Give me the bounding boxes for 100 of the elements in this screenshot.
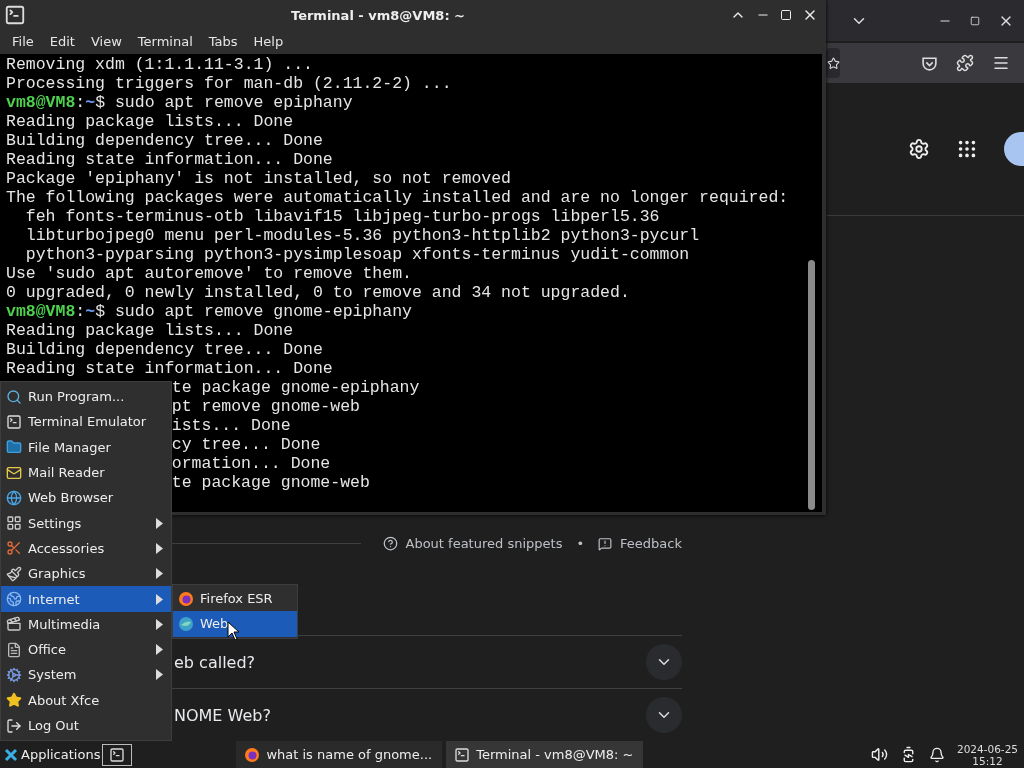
maximize-icon[interactable] xyxy=(970,15,980,26)
terminal-line: te package gnome-epiphany xyxy=(171,378,420,397)
terminal-line: libturbojpeg0 menu perl-modules-5.36 python3-httplib2 python3-pycurl xyxy=(24,226,701,245)
terminal-line: pt remove gnome-web xyxy=(171,397,360,416)
submenu-arrow-icon xyxy=(156,568,163,580)
submenu-arrow-icon xyxy=(156,517,163,529)
menu-item[interactable]: Firefox ESR xyxy=(173,586,297,612)
logout-icon xyxy=(6,717,22,734)
bookmark-button[interactable] xyxy=(826,48,840,79)
menu-item[interactable]: Graphics xyxy=(1,561,171,587)
feedback-link[interactable]: Feedback xyxy=(620,536,682,551)
help-icon xyxy=(382,536,398,551)
menu-item[interactable]: View xyxy=(82,33,130,49)
pocket-icon[interactable] xyxy=(921,54,938,72)
menu-item[interactable]: Web Browser xyxy=(1,485,171,511)
terminal-line: ormation... Done xyxy=(171,454,331,473)
scissors-icon xyxy=(6,540,22,557)
menu-item[interactable]: Settings xyxy=(1,510,171,536)
terminal-line: feh fonts-terminus-otb libavif15 libjpeg-turbo-progs libperl5.36 xyxy=(24,207,661,226)
globe-icon xyxy=(6,591,22,607)
menu-item[interactable]: Help xyxy=(245,33,292,49)
terminal-line: python3-pyparsing python3-pysimplesoap xfonts-terminus yudit-common xyxy=(24,245,691,264)
question-text: NOME Web? xyxy=(174,705,271,725)
star-icon xyxy=(6,692,22,709)
menu-item[interactable]: File xyxy=(4,33,42,49)
terminal-line: Building dependency tree... Done xyxy=(6,340,324,359)
volume-icon[interactable] xyxy=(870,746,888,763)
menu-item[interactable]: File Manager xyxy=(1,434,171,460)
terminal-line: te package gnome-web xyxy=(171,473,370,492)
grid-icon xyxy=(6,515,22,532)
document-icon xyxy=(6,641,22,658)
scrollbar-thumb[interactable] xyxy=(808,260,815,510)
window-title: Terminal - vm8@VM8: ~ xyxy=(290,7,466,23)
task-button[interactable]: what is name of gnome... xyxy=(236,741,443,768)
submenu-arrow-icon xyxy=(156,618,163,630)
applications-button[interactable]: Applications xyxy=(0,741,103,768)
star-icon xyxy=(826,56,840,70)
terminal-line: Use 'sudo apt autoremove' to remove them. xyxy=(6,264,413,283)
feedback-icon xyxy=(598,536,613,551)
bell-icon[interactable] xyxy=(928,746,945,763)
terminal-launcher[interactable] xyxy=(102,743,133,766)
terminal-line: Reading package lists... Done xyxy=(6,321,295,340)
terminal-line: vm8@VM8:~$ sudo apt remove gnome-epiphany xyxy=(6,302,413,321)
about-snippets-link[interactable]: About featured snippets xyxy=(405,536,563,551)
folder-icon xyxy=(6,439,22,456)
envelope-icon xyxy=(6,464,22,481)
terminal-line: vm8@VM8:~$ sudo apt remove epiphany xyxy=(6,93,354,112)
globe-icon xyxy=(6,489,22,506)
menu-item[interactable]: Web xyxy=(173,611,297,637)
submenu-arrow-icon xyxy=(156,593,163,605)
question-text: eb called? xyxy=(174,652,256,672)
expand-button[interactable] xyxy=(646,697,682,733)
xfce-logo xyxy=(4,747,18,762)
settings-icon[interactable] xyxy=(908,137,930,160)
expand-button[interactable] xyxy=(646,644,682,680)
terminal-line: cy tree... Done xyxy=(171,435,321,454)
firefox-icon xyxy=(178,590,194,607)
terminal-line: Removing xdm (1:1.1.11-3.1) ... xyxy=(6,55,314,74)
menu-item[interactable]: About Xfce xyxy=(1,687,171,713)
menu-item[interactable]: Mail Reader xyxy=(1,459,171,486)
terminal-line: ists... Done xyxy=(171,416,291,435)
menu-item[interactable]: Office xyxy=(1,636,171,663)
menu-item[interactable]: Accessories xyxy=(1,535,171,562)
terminal-line: Processing triggers for man-db (2.11.2-2) ... xyxy=(6,74,453,93)
terminal-icon xyxy=(4,4,26,26)
menu-item[interactable]: Run Program... xyxy=(1,384,171,410)
mouse-pointer-icon xyxy=(227,621,240,641)
menu-item[interactable]: Tabs xyxy=(200,33,246,49)
menu-item[interactable]: Log Out xyxy=(1,712,171,739)
terminal-line: 0 upgraded, 0 newly installed, 0 to remove and 34 not upgraded. xyxy=(6,283,631,302)
menu-item[interactable]: Terminal Emulator xyxy=(1,409,171,435)
submenu-arrow-icon xyxy=(156,644,163,656)
maximize-icon[interactable] xyxy=(780,9,792,21)
clock[interactable]: 2024-06-25 15:12 xyxy=(956,742,1018,767)
menu-item[interactable]: Edit xyxy=(41,33,83,49)
submenu-arrow-icon xyxy=(156,669,163,681)
terminal-icon xyxy=(6,413,22,430)
paintbrush-icon xyxy=(6,565,22,582)
gear-icon xyxy=(6,666,22,683)
terminal-line: The following packages were automatically installed and are no longer required: xyxy=(6,188,790,207)
globe-icon xyxy=(178,615,194,632)
menu-item[interactable]: Multimedia xyxy=(1,611,171,637)
terminal-icon xyxy=(454,746,471,763)
terminal-icon xyxy=(109,746,126,763)
task-button[interactable]: Terminal - vm8@VM8: ~ xyxy=(446,741,644,768)
menu-item[interactable]: Internet xyxy=(1,586,171,612)
menu-item[interactable]: Terminal xyxy=(129,33,201,49)
firefox-icon xyxy=(244,746,261,763)
clapperboard-icon xyxy=(6,616,22,633)
separator-dot: • xyxy=(576,536,585,551)
terminal-line: Reading state information... Done xyxy=(6,359,334,378)
terminal-line: Reading package lists... Done xyxy=(6,112,295,131)
terminal-line: Reading state information... Done xyxy=(6,150,334,169)
avatar-icon[interactable] xyxy=(1004,131,1024,166)
submenu-arrow-icon xyxy=(156,542,163,554)
puzzle-icon[interactable] xyxy=(956,54,974,73)
terminal-line: Package 'epiphany' is not installed, so not removed xyxy=(6,169,512,188)
terminal-line: Building dependency tree... Done xyxy=(6,131,324,150)
magnifier-icon xyxy=(6,388,22,405)
menu-item[interactable]: System xyxy=(1,662,171,688)
